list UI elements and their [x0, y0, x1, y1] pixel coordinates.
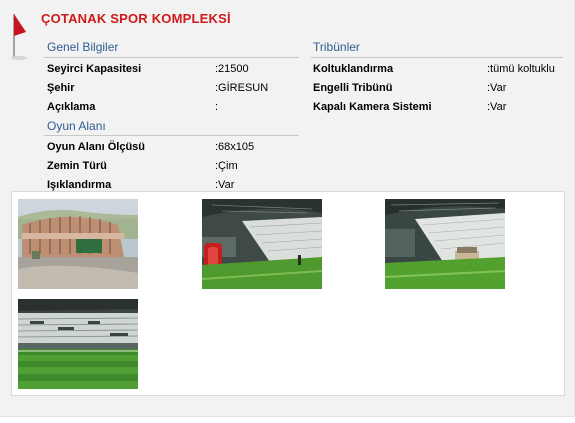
photo-gallery	[11, 191, 565, 396]
general-info-heading: Genel Bilgiler	[47, 40, 119, 54]
field-heading: Oyun Alanı	[47, 119, 106, 133]
info-label: Engelli Tribünü	[313, 82, 393, 94]
gallery-photo-1[interactable]	[18, 199, 138, 289]
info-value: :tümü koltuklu	[487, 63, 555, 75]
info-label: Seyirci Kapasitesi	[47, 63, 142, 75]
stadium-pitch-photo-icon	[18, 299, 138, 389]
info-label: Oyun Alanı Ölçüsü	[47, 141, 145, 153]
stadium-info-panel: ÇOTANAK SPOR KOMPLEKSİ Genel Bilgiler Se…	[0, 0, 575, 417]
info-value: :	[215, 101, 219, 113]
stadium-interior-photo-icon	[202, 199, 322, 289]
info-value: :68x105	[215, 141, 255, 153]
gallery-photo-3[interactable]	[385, 199, 505, 289]
info-value: :21500	[215, 63, 249, 75]
info-label: Zemin Türü	[47, 160, 107, 172]
stadium-interior-photo-icon	[385, 199, 505, 289]
info-value: :Var	[487, 82, 507, 94]
divider	[44, 57, 299, 58]
info-label: Işıklandırma	[47, 179, 112, 191]
info-label: Açıklama	[47, 101, 96, 113]
stadium-exterior-photo-icon	[18, 199, 138, 289]
gallery-photo-4[interactable]	[18, 299, 138, 389]
gallery-photo-2[interactable]	[202, 199, 322, 289]
info-value: :Var	[215, 179, 235, 191]
info-label: Şehir	[47, 82, 75, 94]
info-value: :GİRESUN	[215, 82, 269, 94]
divider	[311, 57, 563, 58]
info-label: Koltuklandırma	[313, 63, 394, 75]
info-value: :Çim	[215, 160, 238, 172]
stands-heading: Tribünler	[313, 40, 360, 54]
info-value: :Var	[487, 101, 507, 113]
corner-flag-icon	[11, 14, 27, 60]
page-title: ÇOTANAK SPOR KOMPLEKSİ	[41, 11, 231, 26]
divider	[44, 135, 299, 136]
info-label: Kapalı Kamera Sistemi	[313, 101, 432, 113]
